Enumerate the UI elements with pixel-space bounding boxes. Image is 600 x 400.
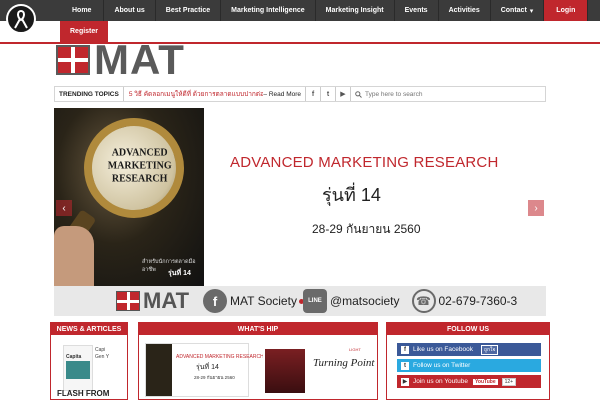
hip-card-subtitle: รุ่นที่ 14 bbox=[196, 364, 219, 371]
trending-bar: TRENDING TOPICS 5 วิธี คัดลอกเมนูให้ดีที… bbox=[54, 86, 546, 102]
twitter-follow-label: Follow us on Twitter bbox=[413, 362, 471, 369]
contact-strip: MAT f MAT Society LINE @matsociety ☎ 02-… bbox=[54, 286, 546, 316]
facebook-follow-button[interactable]: f Like us on Facebook ถูกใจ bbox=[397, 343, 541, 356]
nav-best-practice[interactable]: Best Practice bbox=[156, 0, 222, 21]
news-articles-widget: NEWS & ARTICLES Capita Capi Gen Y FLASH … bbox=[50, 322, 128, 400]
hip-card-turning-text: Turning Point bbox=[313, 357, 375, 369]
youtube-icon[interactable]: ▶ bbox=[335, 87, 350, 101]
hand-shape bbox=[54, 226, 94, 286]
twitter-follow-button[interactable]: t Follow us on Twitter bbox=[397, 359, 541, 372]
nav-home[interactable]: Home bbox=[60, 0, 105, 21]
phone-number: 02-679-7360-3 bbox=[438, 294, 518, 308]
magnifying-glass: ADVANCED MARKETING RESEARCH bbox=[72, 108, 196, 230]
hip-card-image bbox=[146, 344, 172, 396]
article-thumb-figure bbox=[66, 361, 90, 379]
nav-marketing-insight[interactable]: Marketing Insight bbox=[316, 0, 395, 21]
youtube-icon: ▶ bbox=[401, 377, 409, 386]
mat-emblem-icon bbox=[56, 45, 90, 75]
facebook-follow-label: Like us on Facebook bbox=[413, 346, 473, 353]
facebook-name: MAT Society bbox=[230, 294, 297, 308]
search-input[interactable] bbox=[365, 90, 545, 98]
top-navigation-bar: Home About us Best Practice Marketing In… bbox=[0, 0, 600, 21]
slide-title: ADVANCED MARKETING RESEARCH bbox=[230, 154, 499, 171]
youtube-follow-button[interactable]: ▶ Join us on Youtube YouTube 12+ bbox=[397, 375, 541, 388]
slider-prev-button[interactable]: ‹ bbox=[56, 200, 72, 216]
slider-next-button[interactable]: › bbox=[528, 200, 544, 216]
magnifier-image: ADVANCED MARKETING RESEARCH สำหรับนักการ… bbox=[54, 108, 204, 286]
hip-card-title: ADVANCED MARKETING RESEARCH bbox=[176, 354, 264, 360]
image-caption-2: รุ่นที่ 14 bbox=[168, 270, 191, 277]
slide-date: 28-29 กันยายน 2560 bbox=[312, 222, 421, 236]
follow-us-header: FOLLOW US bbox=[387, 323, 549, 335]
facebook-icon[interactable]: f bbox=[305, 87, 320, 101]
twitter-icon[interactable]: t bbox=[320, 87, 335, 101]
slide-subtitle: รุ่นที่ 14 bbox=[322, 185, 381, 205]
nav-activities[interactable]: Activities bbox=[439, 0, 491, 21]
social-links: f t ▶ bbox=[305, 87, 350, 101]
line-id: @matsociety bbox=[329, 294, 400, 308]
whats-hip-body: ADVANCED MARKETING RESEARCH รุ่นที่ 14 2… bbox=[139, 335, 377, 399]
line-icon[interactable]: LINE bbox=[302, 289, 327, 313]
article-thumb-title: Capita bbox=[66, 354, 82, 360]
search-box bbox=[350, 87, 545, 101]
article-headline[interactable]: FLASH FROM bbox=[57, 389, 109, 398]
mat-emblem-icon bbox=[116, 291, 140, 311]
image-text: ADVANCED MARKETING RESEARCH bbox=[107, 147, 172, 185]
read-more-link[interactable]: – Read More bbox=[263, 91, 305, 98]
nav-contact-label: Contact bbox=[500, 7, 527, 14]
phone-icon: ☎ bbox=[411, 289, 436, 313]
whats-hip-header: WHAT'S HIP bbox=[139, 323, 377, 335]
logo-text: MAT bbox=[94, 36, 185, 83]
chevron-down-icon: ▾ bbox=[529, 7, 534, 15]
hip-card-tag: LIGHT bbox=[349, 347, 361, 352]
facebook-icon: f bbox=[401, 345, 409, 354]
nav-contact[interactable]: Contact ▾ bbox=[491, 0, 545, 21]
site-logo[interactable]: MAT bbox=[56, 36, 185, 83]
main-menu: Home About us Best Practice Marketing In… bbox=[60, 0, 589, 21]
nav-marketing-intelligence[interactable]: Marketing Intelligence bbox=[221, 0, 316, 21]
banner-slider[interactable]: ADVANCED MARKETING RESEARCH สำหรับนักการ… bbox=[54, 108, 546, 286]
nav-events[interactable]: Events bbox=[395, 0, 439, 21]
youtube-subscribe-badge[interactable]: YouTube bbox=[472, 378, 498, 385]
article-side-text: Capi Gen Y bbox=[95, 347, 110, 360]
hip-card-people-image bbox=[265, 349, 305, 393]
hip-card-research[interactable]: ADVANCED MARKETING RESEARCH รุ่นที่ 14 2… bbox=[145, 343, 264, 397]
news-articles-body: Capita Capi Gen Y FLASH FROM bbox=[51, 335, 127, 399]
facebook-icon[interactable]: f bbox=[203, 289, 228, 313]
article-thumbnail[interactable]: Capita bbox=[63, 345, 93, 391]
contact-logo: MAT bbox=[116, 288, 189, 314]
ribbon-icon[interactable] bbox=[6, 4, 36, 34]
nav-about-us[interactable]: About us bbox=[104, 0, 156, 21]
facebook-like-button[interactable]: ถูกใจ bbox=[480, 344, 499, 355]
youtube-follow-label: Join us on Youtube bbox=[413, 378, 468, 385]
follow-us-body: f Like us on Facebook ถูกใจ t Follow us … bbox=[387, 335, 549, 399]
trending-headline[interactable]: 5 วิธี คัดลอกเมนูให้ดีที่ ด้วยการตลาดแบบ… bbox=[124, 89, 264, 99]
twitter-icon: t bbox=[401, 361, 409, 370]
hip-card-turning-point[interactable]: LIGHT Turning Point bbox=[263, 343, 375, 397]
whats-hip-widget: WHAT'S HIP ADVANCED MARKETING RESEARCH ร… bbox=[138, 322, 378, 400]
search-icon bbox=[355, 90, 362, 98]
news-articles-header: NEWS & ARTICLES bbox=[51, 323, 127, 335]
youtube-subscriber-count: 12+ bbox=[501, 377, 517, 386]
hip-card-date: 28-29 กันยายน 2560 bbox=[194, 375, 235, 380]
follow-us-widget: FOLLOW US f Like us on Facebook ถูกใจ t … bbox=[386, 322, 550, 400]
contact-logo-text: MAT bbox=[143, 288, 190, 313]
login-button[interactable]: Login bbox=[544, 0, 589, 21]
trending-label: TRENDING TOPICS bbox=[55, 87, 124, 101]
